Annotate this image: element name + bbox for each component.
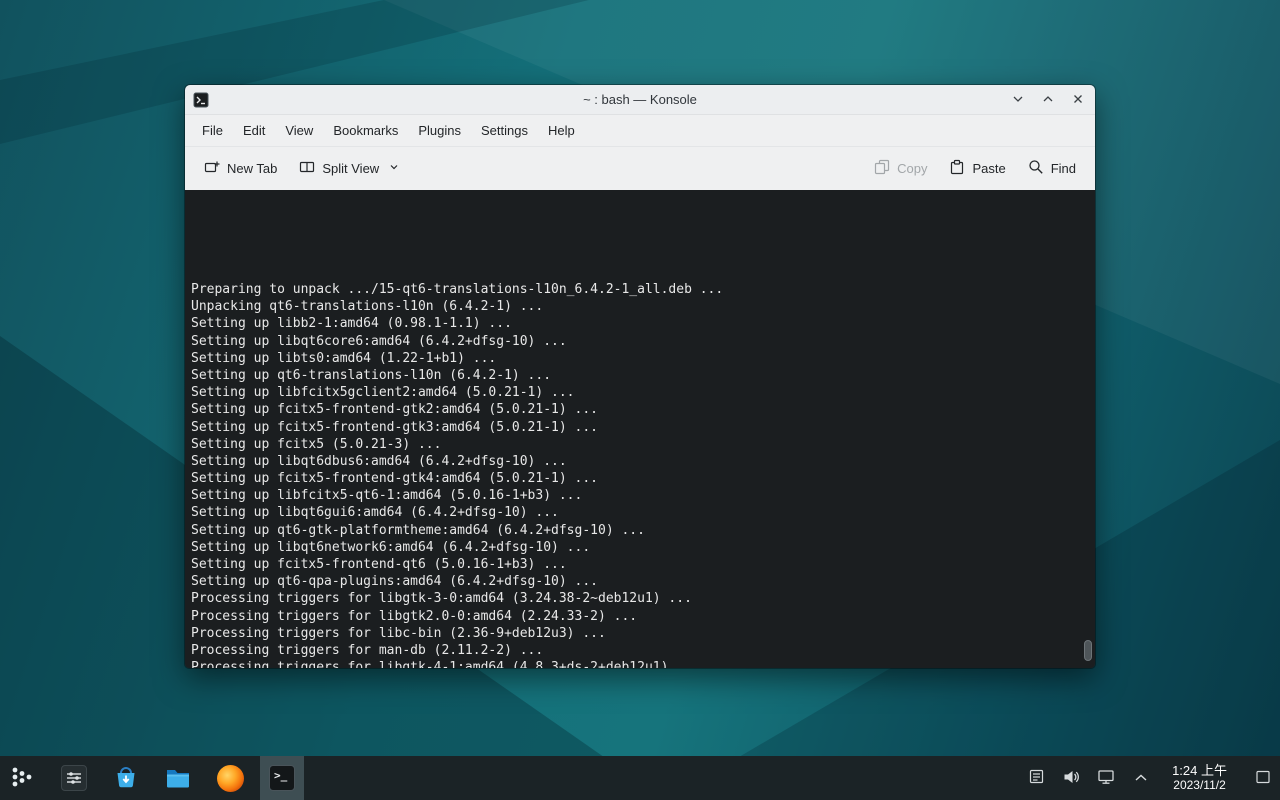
terminal-output-line: Setting up libfcitx5gclient2:amd64 (5.0.… — [191, 384, 1079, 401]
discover-icon — [113, 764, 139, 793]
terminal-output-line: Setting up libqt6dbus6:amd64 (6.4.2+dfsg… — [191, 453, 1079, 470]
terminal-output-line: Setting up libqt6gui6:amd64 (6.4.2+dfsg-… — [191, 504, 1079, 521]
konsole-icon: >_ — [269, 765, 295, 791]
menu-item[interactable]: Settings — [472, 118, 537, 143]
menu-item[interactable]: Help — [539, 118, 584, 143]
menu-item[interactable]: Bookmarks — [324, 118, 407, 143]
taskbar-item-firefox[interactable] — [208, 756, 252, 800]
menu-item[interactable]: View — [276, 118, 322, 143]
find-icon — [1028, 159, 1044, 178]
find-label: Find — [1051, 161, 1076, 176]
menu-bar: FileEditViewBookmarksPluginsSettingsHelp — [185, 115, 1095, 147]
paste-icon — [949, 159, 965, 178]
sliders-icon — [61, 765, 87, 791]
terminal-output-line: Setting up libqt6core6:amd64 (6.4.2+dfsg… — [191, 333, 1079, 350]
copy-label: Copy — [897, 161, 927, 176]
clock-time: 1:24 上午 — [1172, 763, 1227, 778]
titlebar[interactable]: ~ : bash — Konsole — [185, 85, 1095, 115]
terminal-output-line: Setting up libqt6network6:amd64 (6.4.2+d… — [191, 539, 1079, 556]
split-view-icon — [299, 159, 315, 178]
konsole-app-icon — [193, 92, 209, 108]
menu-item[interactable]: Plugins — [409, 118, 470, 143]
split-view-label: Split View — [322, 161, 379, 176]
caret-up-icon — [1134, 771, 1148, 786]
show-desktop-button[interactable] — [1252, 764, 1274, 792]
terminal-output-line: Setting up fcitx5-frontend-qt6 (5.0.16-1… — [191, 556, 1079, 573]
clock-date: 2023/11/2 — [1172, 778, 1227, 793]
menu-item[interactable]: Edit — [234, 118, 274, 143]
minimize-button[interactable] — [1007, 89, 1029, 111]
notifications-icon — [1028, 768, 1045, 788]
expand-tray-button[interactable] — [1131, 764, 1151, 792]
terminal-output-line: Processing triggers for libgtk-4-1:amd64… — [191, 659, 1079, 668]
display-tray-button[interactable] — [1096, 764, 1116, 792]
clock-widget[interactable]: 1:24 上午 2023/11/2 — [1166, 763, 1233, 793]
terminal-scrollbar-thumb[interactable] — [1084, 640, 1092, 661]
split-view-button[interactable]: Split View — [290, 152, 409, 185]
maximize-button[interactable] — [1037, 89, 1059, 111]
find-button[interactable]: Find — [1019, 152, 1085, 185]
show-desktop-icon — [1255, 769, 1271, 788]
system-tray: 1:24 上午 2023/11/2 — [1026, 756, 1274, 800]
taskbar-left: >_ — [0, 756, 304, 800]
paste-button[interactable]: Paste — [940, 152, 1014, 185]
paste-label: Paste — [972, 161, 1005, 176]
firefox-icon — [217, 765, 244, 792]
folder-icon — [165, 764, 191, 793]
new-tab-button[interactable]: New Tab — [195, 152, 286, 185]
close-icon — [1072, 93, 1084, 108]
new-tab-icon — [204, 159, 220, 178]
display-icon — [1097, 768, 1115, 789]
terminal-output-line: Processing triggers for libc-bin (2.36-9… — [191, 625, 1079, 642]
app-launcher-button[interactable] — [0, 756, 44, 800]
toolbar: New Tab Split View Copy Paste Find — [185, 147, 1095, 190]
volume-icon — [1062, 768, 1080, 789]
konsole-window: ~ : bash — Konsole FileEditViewBookmarks… — [185, 85, 1095, 668]
notifications-tray-button[interactable] — [1026, 764, 1046, 792]
terminal-output-line: Setting up fcitx5-frontend-gtk2:amd64 (5… — [191, 401, 1079, 418]
chevron-down-icon — [388, 161, 400, 176]
terminal-output-line: Setting up qt6-qpa-plugins:amd64 (6.4.2+… — [191, 573, 1079, 590]
terminal-output-line: Setting up fcitx5-frontend-gtk3:amd64 (5… — [191, 419, 1079, 436]
terminal-output-line: Processing triggers for libgtk-3-0:amd64… — [191, 590, 1079, 607]
terminal-output-line: Setting up qt6-gtk-platformtheme:amd64 (… — [191, 522, 1079, 539]
terminal-output-line: Processing triggers for libgtk2.0-0:amd6… — [191, 608, 1079, 625]
terminal-output-line: Setting up libfcitx5-qt6-1:amd64 (5.0.16… — [191, 487, 1079, 504]
terminal-output-line: Setting up fcitx5 (5.0.21-3) ... — [191, 436, 1079, 453]
terminal-output-line: Setting up libts0:amd64 (1.22-1+b1) ... — [191, 350, 1079, 367]
terminal-output-line: Setting up fcitx5-frontend-gtk4:amd64 (5… — [191, 470, 1079, 487]
terminal-output-line: Setting up libb2-1:amd64 (0.98.1-1.1) ..… — [191, 315, 1079, 332]
window-title: ~ : bash — Konsole — [185, 92, 1095, 107]
taskbar-panel: >_ 1:24 上午 2023/11/2 — [0, 756, 1280, 800]
copy-icon — [874, 159, 890, 178]
terminal-output-line: Processing triggers for man-db (2.11.2-2… — [191, 642, 1079, 659]
taskbar-item-file-manager[interactable] — [156, 756, 200, 800]
menu-item[interactable]: File — [193, 118, 232, 143]
terminal-output-line: Setting up qt6-translations-l10n (6.4.2-… — [191, 367, 1079, 384]
terminal-output-line: Preparing to unpack .../15-qt6-translati… — [191, 281, 1079, 298]
new-tab-label: New Tab — [227, 161, 277, 176]
taskbar-item-discover[interactable] — [104, 756, 148, 800]
terminal-view[interactable]: Preparing to unpack .../15-qt6-translati… — [185, 190, 1095, 668]
volume-tray-button[interactable] — [1061, 764, 1081, 792]
taskbar-item-mixer[interactable] — [52, 756, 96, 800]
maximize-icon — [1042, 93, 1054, 108]
minimize-icon — [1012, 93, 1024, 108]
app-launcher-icon — [9, 764, 35, 793]
taskbar-item-konsole-active[interactable]: >_ — [260, 756, 304, 800]
close-button[interactable] — [1067, 89, 1089, 111]
terminal-output: Preparing to unpack .../15-qt6-translati… — [191, 229, 1079, 668]
copy-button[interactable]: Copy — [865, 152, 936, 185]
terminal-output-line: Unpacking qt6-translations-l10n (6.4.2-1… — [191, 298, 1079, 315]
window-controls — [1007, 85, 1089, 115]
